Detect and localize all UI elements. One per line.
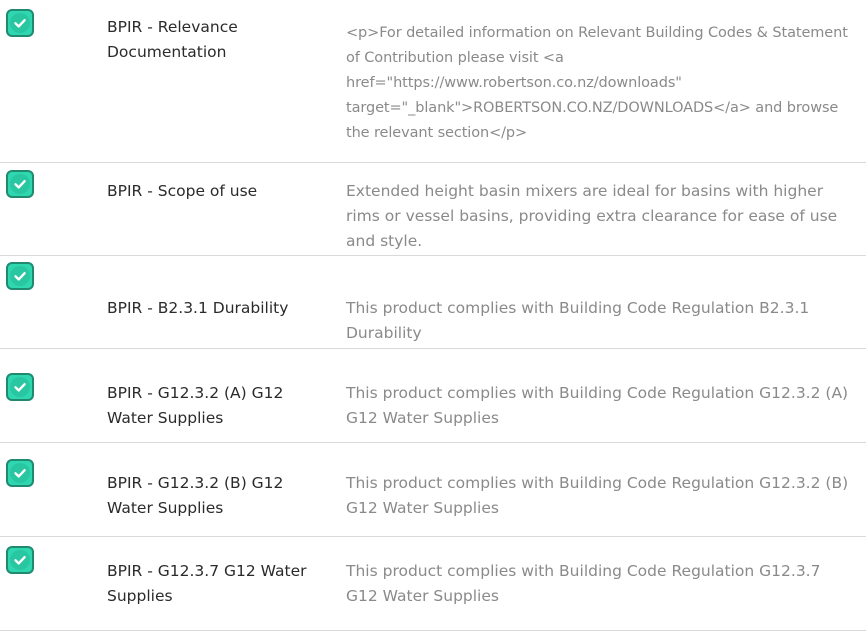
list-item: BPIR - Scope of use Extended height basi… <box>0 163 866 256</box>
row-label: BPIR - G12.3.2 (B) G12 Water Supplies <box>107 474 284 517</box>
list-item: BPIR - G12.3.7 G12 Water Supplies This p… <box>0 537 866 631</box>
row-description: Extended height basin mixers are ideal f… <box>346 182 838 250</box>
row-description: <p>For detailed information on Relevant … <box>346 25 848 141</box>
check-icon <box>6 546 34 574</box>
check-icon <box>6 170 34 198</box>
row-label: BPIR - B2.3.1 Durability <box>107 299 289 317</box>
check-icon <box>6 9 34 37</box>
row-description: This product complies with Building Code… <box>346 384 849 427</box>
list-item: BPIR - G12.3.2 (B) G12 Water Supplies Th… <box>0 443 866 537</box>
list-item: BPIR - B2.3.1 Durability This product co… <box>0 256 866 349</box>
list-item: BPIR - G12.3.2 (A) G12 Water Supplies Th… <box>0 349 866 443</box>
row-description: This product complies with Building Code… <box>346 562 821 605</box>
row-label: BPIR - Scope of use <box>107 182 258 200</box>
row-label: BPIR - G12.3.2 (A) G12 Water Supplies <box>107 384 284 427</box>
row-description: This product complies with Building Code… <box>346 299 810 342</box>
list-item: BPIR - Relevance Documentation <p>For de… <box>0 0 866 163</box>
check-icon <box>6 459 34 487</box>
row-label: BPIR - Relevance Documentation <box>107 18 238 61</box>
check-icon <box>6 262 34 290</box>
row-description: This product complies with Building Code… <box>346 474 849 517</box>
row-label: BPIR - G12.3.7 G12 Water Supplies <box>107 562 307 605</box>
check-icon <box>6 373 34 401</box>
